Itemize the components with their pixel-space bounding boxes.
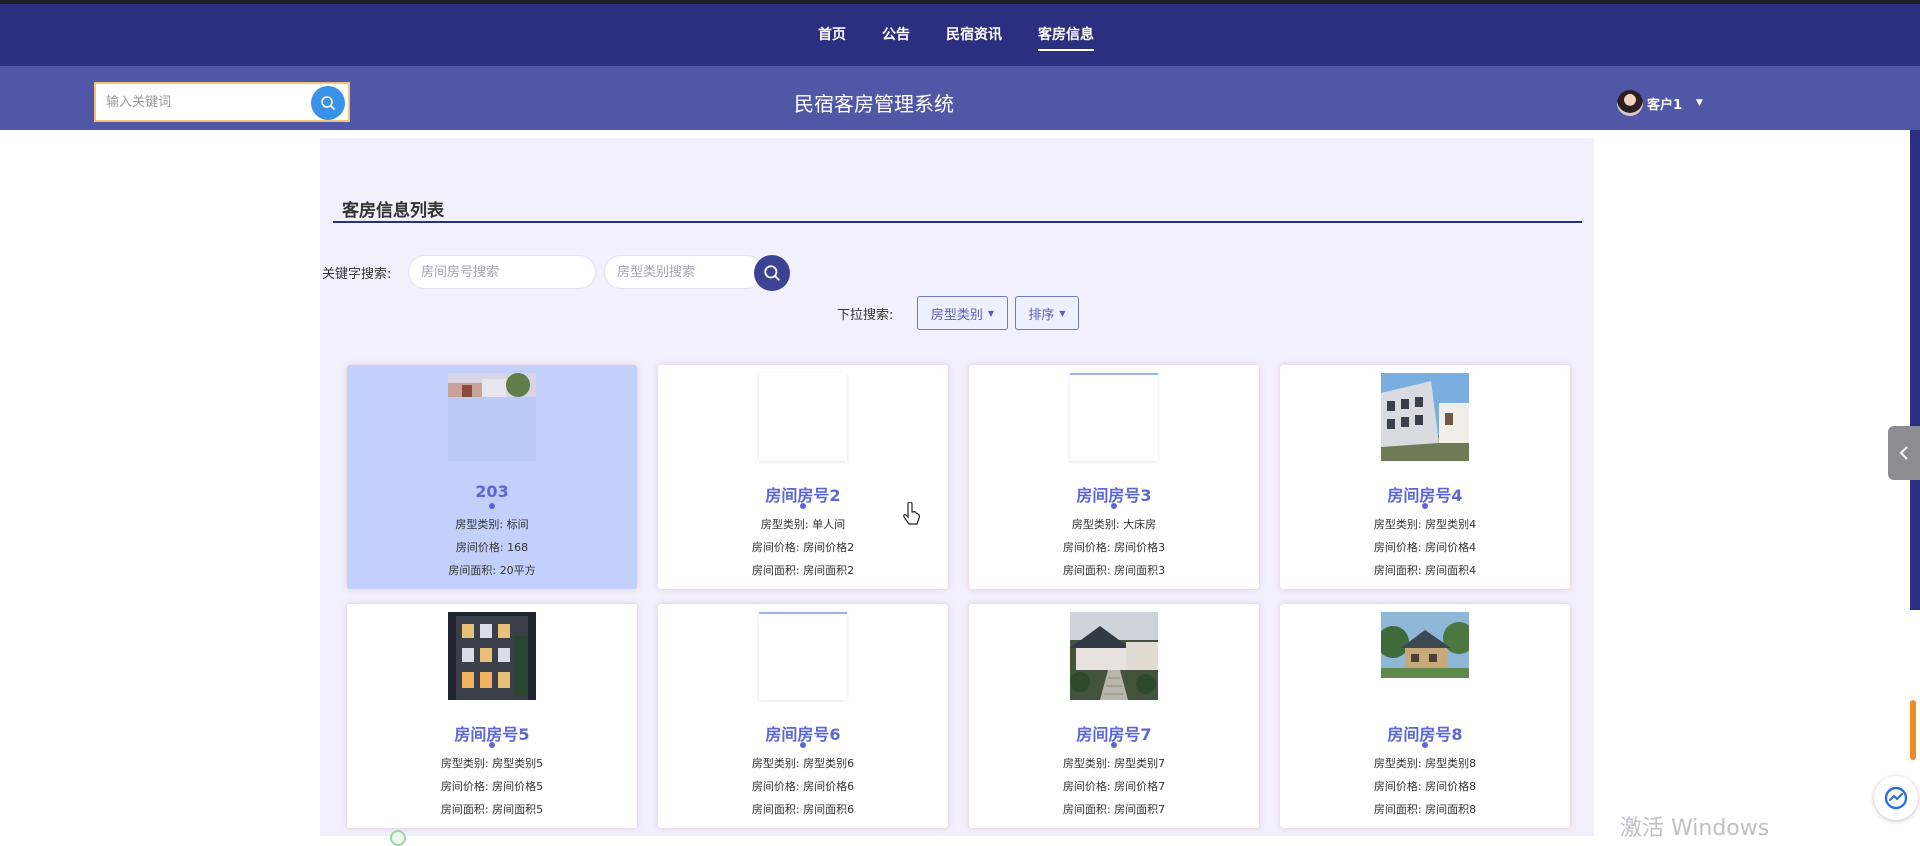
room-area: 房间面积: 房间面积4 — [1373, 564, 1477, 577]
scrollbar-track[interactable] — [1910, 130, 1920, 610]
room-type: 房型类别: 大床房 — [1071, 518, 1157, 531]
room-price: 房间价格: 168 — [455, 541, 529, 554]
side-panel-toggle[interactable] — [1888, 426, 1920, 480]
room-type-search-input[interactable] — [604, 255, 764, 289]
title-dot — [489, 503, 495, 509]
room-image — [1070, 373, 1158, 461]
title-dot — [1111, 503, 1117, 509]
windows-activation-watermark: 激活 Windows — [1620, 816, 1770, 841]
room-area: 房间面积: 房间面积2 — [751, 564, 855, 577]
sort-dropdown[interactable]: 排序 ▼ — [1015, 296, 1079, 330]
user-menu[interactable]: 客户1 ▼ — [1617, 90, 1703, 116]
room-card[interactable]: 房间房号6 房型类别: 房型类别6 房间价格: 房间价格6 房间面积: 房间面积… — [658, 604, 948, 828]
room-image — [759, 373, 847, 461]
chevron-left-icon — [1899, 446, 1908, 460]
room-type-dropdown[interactable]: 房型类别 ▼ — [917, 296, 1008, 330]
nav-item-home[interactable]: 首页 — [818, 24, 846, 44]
title-dot — [1422, 503, 1428, 509]
room-card[interactable]: 房间房号4 房型类别: 房型类别4 房间价格: 房间价格4 房间面积: 房间面积… — [1280, 365, 1570, 589]
hand-cursor-icon — [903, 502, 920, 525]
dropdown-search-label: 下拉搜索: — [837, 308, 894, 323]
room-type-dropdown-label: 房型类别 — [930, 307, 983, 323]
sort-dropdown-label: 排序 — [1028, 307, 1055, 323]
room-card[interactable]: 房间房号8 房型类别: 房型类别8 房间价格: 房间价格8 房间面积: 房间面积… — [1280, 604, 1570, 828]
room-card[interactable]: 房间房号2 房型类别: 单人间 房间价格: 房间价格2 房间面积: 房间面积2 — [658, 365, 948, 589]
room-price: 房间价格: 房间价格5 — [440, 780, 544, 793]
room-area: 房间面积: 房间面积5 — [440, 803, 544, 816]
room-card[interactable]: 房间房号5 房型类别: 房型类别5 房间价格: 房间价格5 房间面积: 房间面积… — [347, 604, 637, 828]
section-title: 客房信息列表 — [342, 201, 444, 221]
site-title: 民宿客房管理系统 — [794, 92, 954, 116]
room-image — [759, 612, 847, 700]
room-card[interactable]: 房间房号3 房型类别: 大床房 房间价格: 房间价格3 房间面积: 房间面积3 — [969, 365, 1259, 589]
avatar — [1617, 90, 1643, 116]
assistant-icon — [1884, 786, 1908, 810]
title-dot — [1111, 742, 1117, 748]
room-price: 房间价格: 房间价格3 — [1062, 541, 1166, 554]
room-area: 房间面积: 房间面积7 — [1062, 803, 1166, 816]
search-icon — [764, 265, 780, 281]
room-image — [1381, 612, 1469, 700]
room-card[interactable]: 203 房型类别: 标间 房间价格: 168 房间面积: 20平方 — [347, 365, 637, 589]
room-image — [448, 612, 536, 700]
filter-search-button[interactable] — [754, 255, 790, 291]
room-type: 房型类别: 标间 — [455, 518, 529, 531]
nav-item-announcements[interactable]: 公告 — [882, 24, 910, 44]
room-price: 房间价格: 房间价格4 — [1373, 541, 1477, 554]
room-price: 房间价格: 房间价格8 — [1373, 780, 1477, 793]
title-dot — [1422, 742, 1428, 748]
room-image — [1070, 612, 1158, 700]
assistant-button[interactable] — [1874, 776, 1918, 820]
section-divider — [333, 221, 1582, 223]
room-card[interactable]: 房间房号7 房型类别: 房型类别7 房间价格: 房间价格7 房间面积: 房间面积… — [969, 604, 1259, 828]
room-number-search-input[interactable] — [408, 255, 596, 289]
room-price: 房间价格: 房间价格6 — [751, 780, 855, 793]
room-type: 房型类别: 房型类别4 — [1373, 518, 1477, 531]
room-type: 房型类别: 房型类别7 — [1062, 757, 1166, 770]
room-price: 房间价格: 房间价格2 — [751, 541, 855, 554]
room-image — [1381, 373, 1469, 461]
user-name: 客户1 — [1647, 97, 1683, 113]
title-dot — [800, 503, 806, 509]
room-title: 203 — [475, 482, 509, 501]
caret-down-icon: ▼ — [1696, 98, 1703, 108]
nav-item-news[interactable]: 民宿资讯 — [946, 24, 1002, 44]
top-navigation: 首页 公告 民宿资讯 客房信息 — [0, 4, 1920, 66]
caret-down-icon: ▼ — [987, 308, 995, 318]
keyword-search-label: 关键字搜索: — [322, 267, 392, 282]
room-area: 房间面积: 20平方 — [448, 564, 536, 577]
title-dot — [489, 742, 495, 748]
floating-dot — [390, 830, 406, 846]
room-area: 房间面积: 房间面积6 — [751, 803, 855, 816]
room-type: 房型类别: 房型类别8 — [1373, 757, 1477, 770]
caret-down-icon: ▼ — [1059, 308, 1066, 318]
title-dot — [800, 742, 806, 748]
nav-item-room-info[interactable]: 客房信息 — [1038, 24, 1094, 51]
room-type: 房型类别: 房型类别5 — [440, 757, 544, 770]
room-price: 房间价格: 房间价格7 — [1062, 780, 1166, 793]
room-image — [448, 373, 536, 461]
scroll-indicator[interactable] — [1910, 700, 1916, 760]
room-type: 房型类别: 房型类别6 — [751, 757, 855, 770]
room-area: 房间面积: 房间面积3 — [1062, 564, 1166, 577]
room-area: 房间面积: 房间面积8 — [1373, 803, 1477, 816]
